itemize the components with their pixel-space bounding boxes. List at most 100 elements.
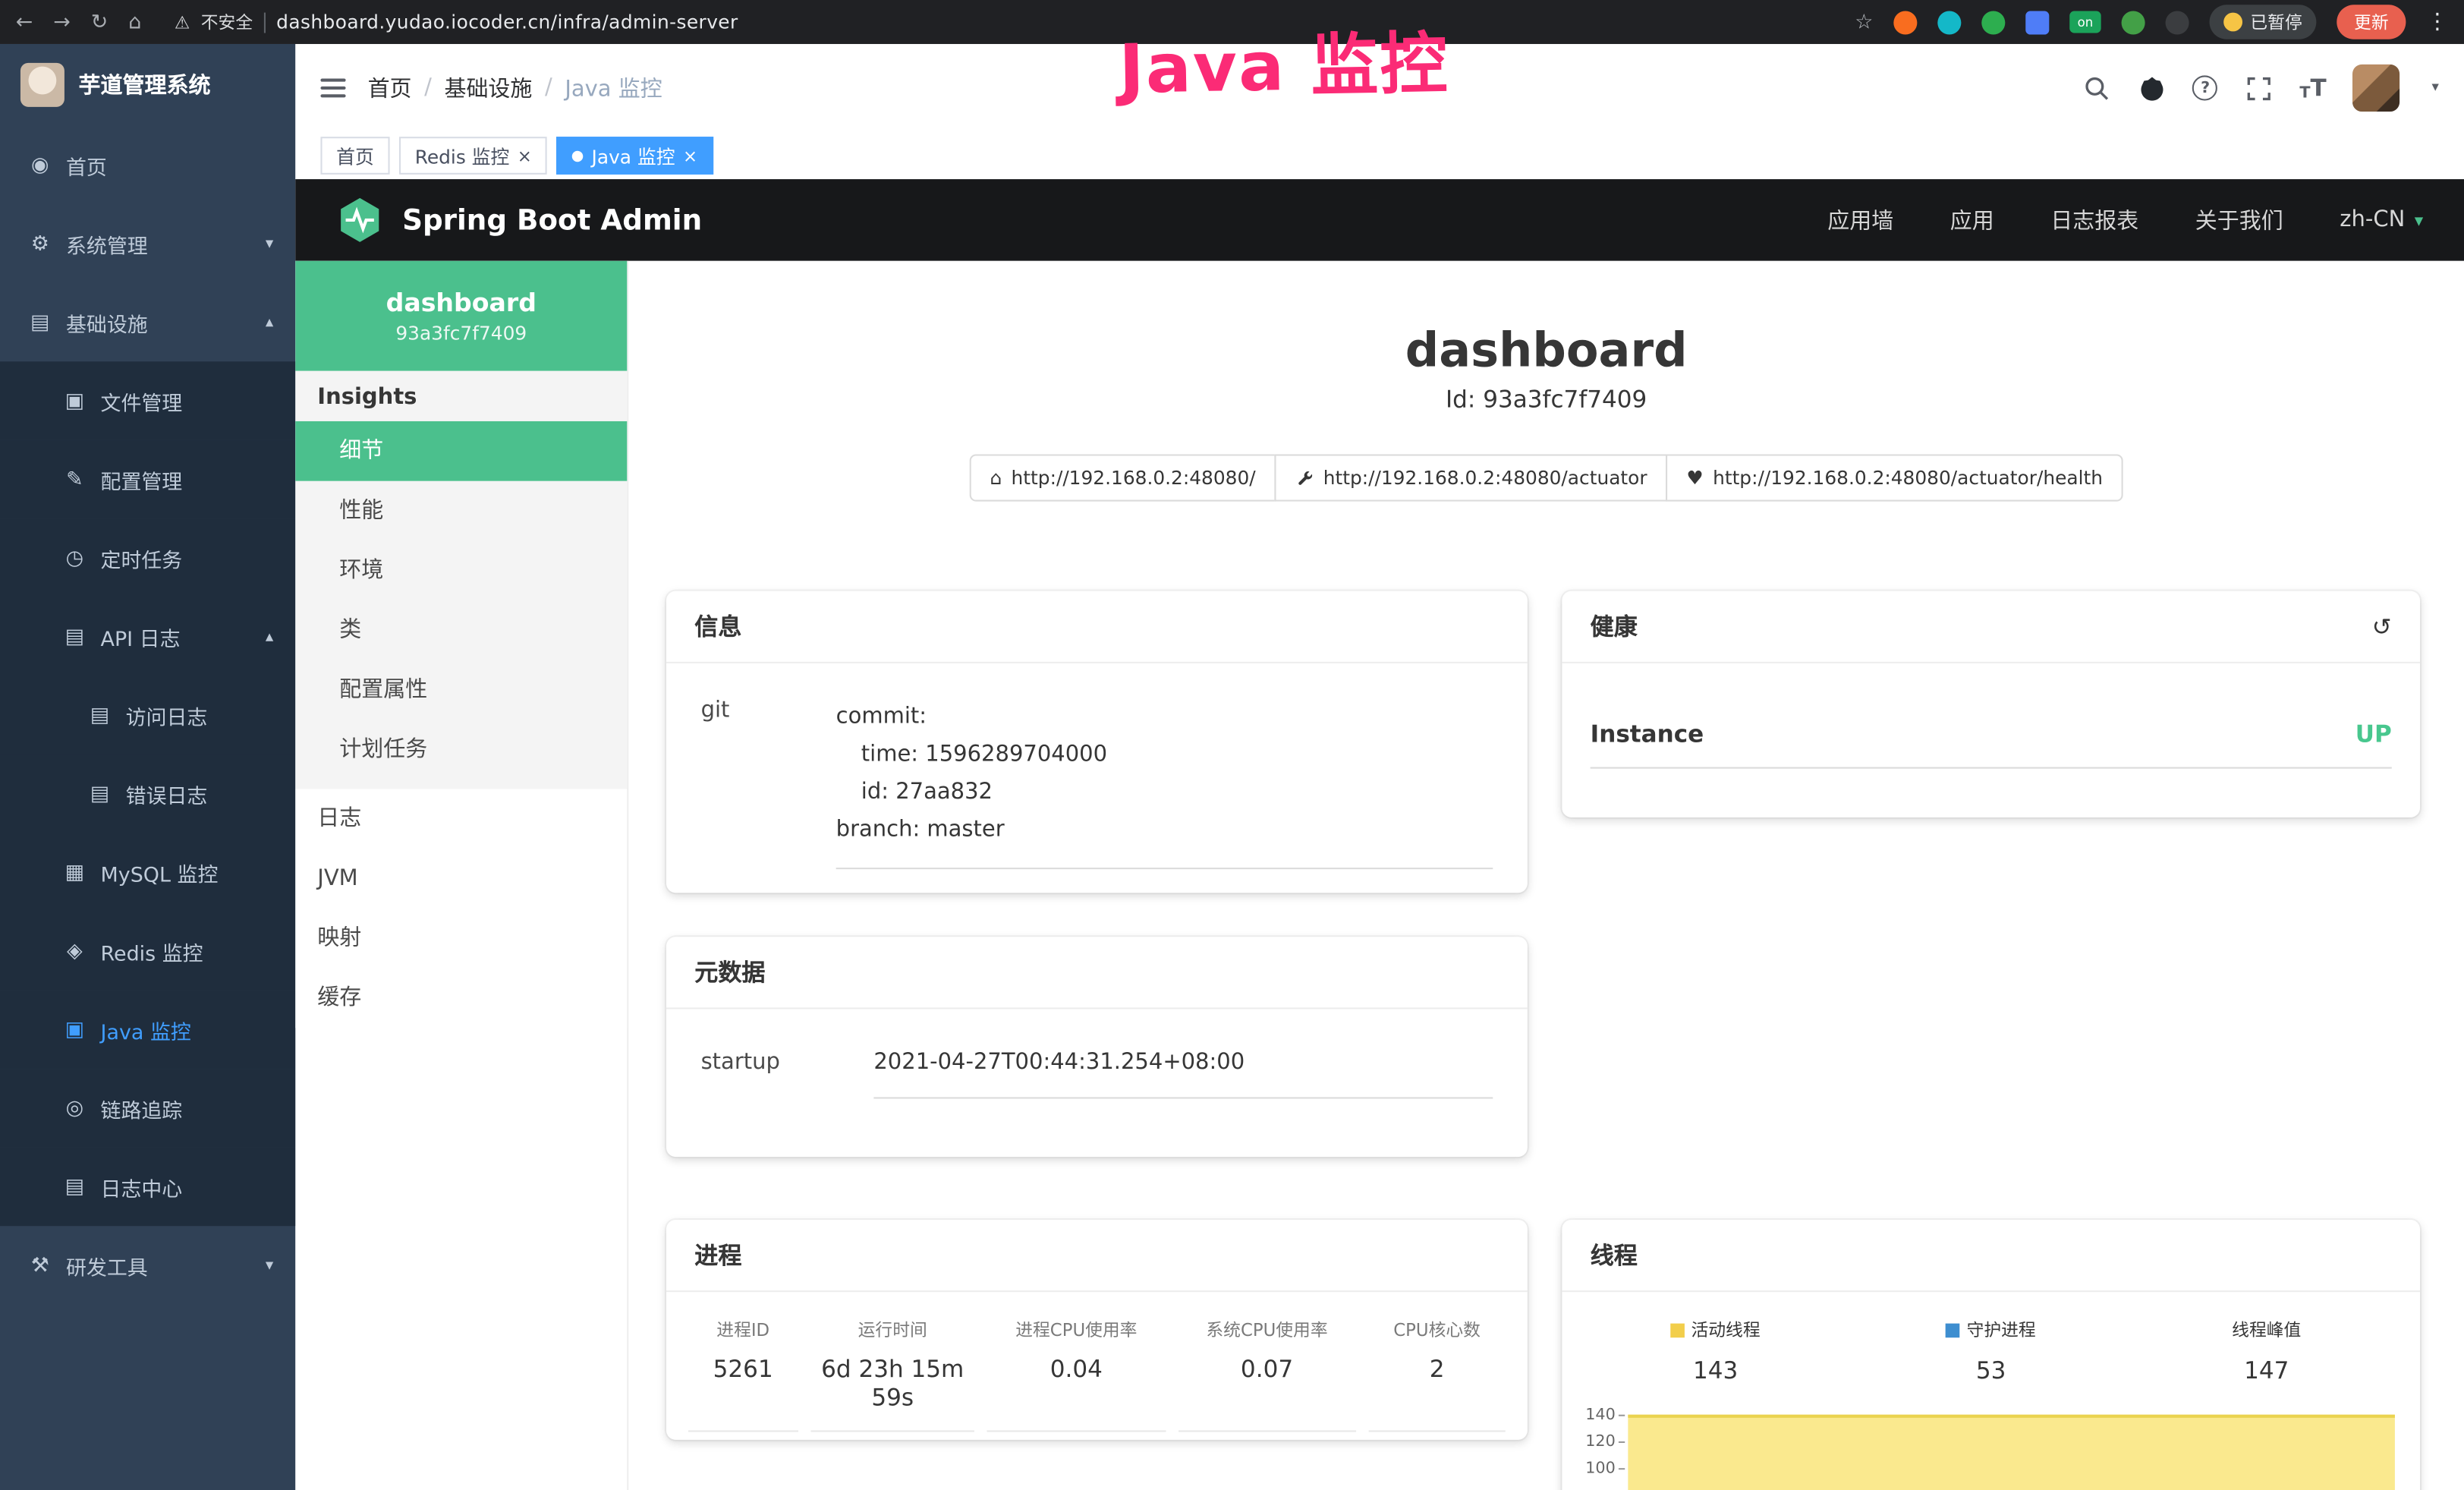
- font-size-icon[interactable]: TT: [2299, 74, 2326, 102]
- sba-menu-jvm[interactable]: JVM: [295, 849, 627, 909]
- hamburger-icon[interactable]: [320, 79, 345, 98]
- sba-menu-details[interactable]: 细节: [295, 421, 627, 481]
- fullscreen-icon[interactable]: [2245, 74, 2273, 102]
- tab-redis[interactable]: Redis 监控 ×: [399, 137, 548, 175]
- help-icon[interactable]: ?: [2193, 75, 2218, 100]
- sba-menu-mappings[interactable]: 映射: [295, 909, 627, 969]
- sidebar-item-mysql[interactable]: ▦ MySQL 监控: [0, 833, 295, 912]
- tab-java[interactable]: Java 监控 ×: [557, 137, 713, 175]
- github-icon[interactable]: [2138, 74, 2166, 102]
- paused-label: 已暂停: [2250, 9, 2302, 34]
- sidebar-item-label: 系统管理: [66, 228, 148, 258]
- sba-menu-configprops[interactable]: 配置属性: [295, 660, 627, 720]
- process-col-uptime: 运行时间 6d 23h 15m 59s: [810, 1317, 975, 1432]
- close-icon[interactable]: ×: [518, 146, 532, 166]
- sidebar-item-api-log[interactable]: ▤ API 日志 ▴: [0, 597, 295, 676]
- language-select[interactable]: zh-CN ▾: [2340, 207, 2423, 232]
- home-icon[interactable]: ⌂: [128, 10, 141, 33]
- sidebar-item-cron[interactable]: ◷ 定时任务: [0, 518, 295, 597]
- extension-icon-dark[interactable]: [2166, 10, 2189, 33]
- extension-on-badge[interactable]: on: [2069, 11, 2101, 33]
- breadcrumb-infra[interactable]: 基础设施: [444, 72, 532, 103]
- sba-menu-environment[interactable]: 环境: [295, 540, 627, 600]
- sidebar-item-file[interactable]: ▣ 文件管理: [0, 361, 295, 440]
- health-card: 健康 ↺ Instance UP: [1562, 591, 2420, 817]
- extension-icon-blue[interactable]: [2025, 10, 2049, 33]
- sba-menu-metrics[interactable]: 性能: [295, 481, 627, 541]
- sidebar-item-system[interactable]: ⚙ 系统管理 ▾: [0, 204, 295, 283]
- address-bar[interactable]: ⚠ 不安全 dashboard.yudao.iocoder.cn/infra/a…: [175, 9, 738, 34]
- paused-badge[interactable]: 已暂停: [2210, 5, 2317, 39]
- back-icon[interactable]: ←: [16, 10, 33, 33]
- sba-title: Spring Boot Admin: [402, 203, 702, 236]
- sba-navbar: Spring Boot Admin 应用墙 应用 日志报表 关于我们 zh-CN…: [295, 179, 2464, 261]
- log-icon: ▤: [63, 1175, 87, 1199]
- tab-label: Redis 监控: [415, 142, 510, 169]
- metadata-card-title: 元数据: [666, 937, 1528, 1009]
- extension-icon-leaf[interactable]: [2122, 10, 2145, 33]
- breadcrumb-separator: /: [545, 75, 552, 100]
- avatar-caret-icon: ▾: [2431, 80, 2438, 96]
- extension-icon-orange[interactable]: [1893, 10, 1917, 33]
- log-icon: ▤: [88, 782, 112, 805]
- forward-icon[interactable]: →: [53, 10, 71, 33]
- sidebar-item-label: 首页: [66, 150, 107, 180]
- redis-icon: ◈: [63, 939, 87, 962]
- gear-icon: ⚙: [28, 232, 52, 255]
- metadata-key: startup: [701, 1050, 874, 1098]
- threads-card: 线程 活动线程 143 守护进程 53 线程峰值 147 140 120: [1562, 1220, 2420, 1490]
- sidebar-item-label: Redis 监控: [101, 936, 203, 966]
- process-col-pid: 进程ID 5261: [688, 1317, 798, 1432]
- service-url-link[interactable]: ⌂ http://192.168.0.2:48080/: [969, 454, 1276, 501]
- sba-nav-journal[interactable]: 日志报表: [2050, 204, 2138, 235]
- log-icon: ▤: [88, 704, 112, 727]
- history-icon[interactable]: ↺: [2372, 613, 2392, 641]
- health-url-link[interactable]: ♥ http://192.168.0.2:48080/actuator/heal…: [1666, 454, 2123, 501]
- sba-main: dashboard Id: 93a3fc7f7409 ⌂ http://192.…: [628, 261, 2464, 1490]
- close-icon[interactable]: ×: [683, 146, 697, 166]
- reload-icon[interactable]: ↻: [91, 10, 109, 33]
- sba-menu-scheduled[interactable]: 计划任务: [295, 720, 627, 780]
- annotation-java-monitor: Java 监控: [1118, 10, 1449, 113]
- sba-menu-classes[interactable]: 类: [295, 600, 627, 660]
- search-icon[interactable]: [2083, 74, 2111, 102]
- sidebar-item-label: 错误日志: [126, 779, 208, 808]
- extension-icon-teal[interactable]: [1937, 10, 1961, 33]
- health-row[interactable]: Instance UP: [1591, 663, 2392, 769]
- sidebar-item-trace[interactable]: ◎ 链路追踪: [0, 1069, 295, 1148]
- sidebar-item-access-log[interactable]: ▤ 访问日志: [0, 676, 295, 754]
- user-avatar[interactable]: [2353, 65, 2400, 112]
- sidebar-item-config[interactable]: ✎ 配置管理: [0, 440, 295, 519]
- bookmark-star-icon[interactable]: ☆: [1855, 10, 1873, 33]
- sidebar-item-redis[interactable]: ◈ Redis 监控: [0, 912, 295, 991]
- breadcrumb-current: Java 监控: [565, 72, 662, 103]
- browser-menu-icon[interactable]: ⋮: [2426, 9, 2448, 34]
- chart-plot-area: [1625, 1407, 2404, 1490]
- sba-brand[interactable]: Spring Boot Admin: [336, 197, 702, 244]
- sba-nav-applications[interactable]: 应用: [1950, 204, 1994, 235]
- sidebar-item-log-center[interactable]: ▤ 日志中心: [0, 1148, 295, 1227]
- tools-icon: ⚒: [28, 1253, 52, 1277]
- actuator-url-link[interactable]: http://192.168.0.2:48080/actuator: [1275, 454, 1668, 501]
- sidebar-item-devtools[interactable]: ⚒ 研发工具 ▾: [0, 1226, 295, 1305]
- breadcrumb-home[interactable]: 首页: [368, 72, 412, 103]
- sba-menu-caches[interactable]: 缓存: [295, 969, 627, 1029]
- sidebar-item-home[interactable]: ◉ 首页: [0, 126, 295, 205]
- sidebar-item-infra[interactable]: ▤ 基础设施 ▴: [0, 283, 295, 362]
- sba-menu-logs[interactable]: 日志: [295, 789, 627, 849]
- tab-home[interactable]: 首页: [320, 137, 389, 175]
- sba-nav-wallboard[interactable]: 应用墙: [1827, 204, 1893, 235]
- monitor-icon: ▣: [63, 1018, 87, 1041]
- sidebar-item-java[interactable]: ▣ Java 监控: [0, 991, 295, 1069]
- instance-name: dashboard: [386, 288, 537, 317]
- instance-header[interactable]: dashboard 93a3fc7f7409: [295, 261, 627, 371]
- page-id: Id: 93a3fc7f7409: [628, 385, 2464, 413]
- git-commit-id: id: 27aa832: [836, 773, 1493, 811]
- metadata-card: 元数据 startup 2021-04-27T00:44:31.254+08:0…: [666, 937, 1528, 1157]
- sidebar-item-error-log[interactable]: ▤ 错误日志: [0, 754, 295, 833]
- url-text[interactable]: dashboard.yudao.iocoder.cn/infra/admin-s…: [276, 11, 738, 33]
- update-button[interactable]: 更新: [2337, 5, 2406, 39]
- sba-nav-about[interactable]: 关于我们: [2195, 204, 2283, 235]
- insights-label: Insights: [295, 371, 627, 421]
- extension-icon-green[interactable]: [1981, 10, 2005, 33]
